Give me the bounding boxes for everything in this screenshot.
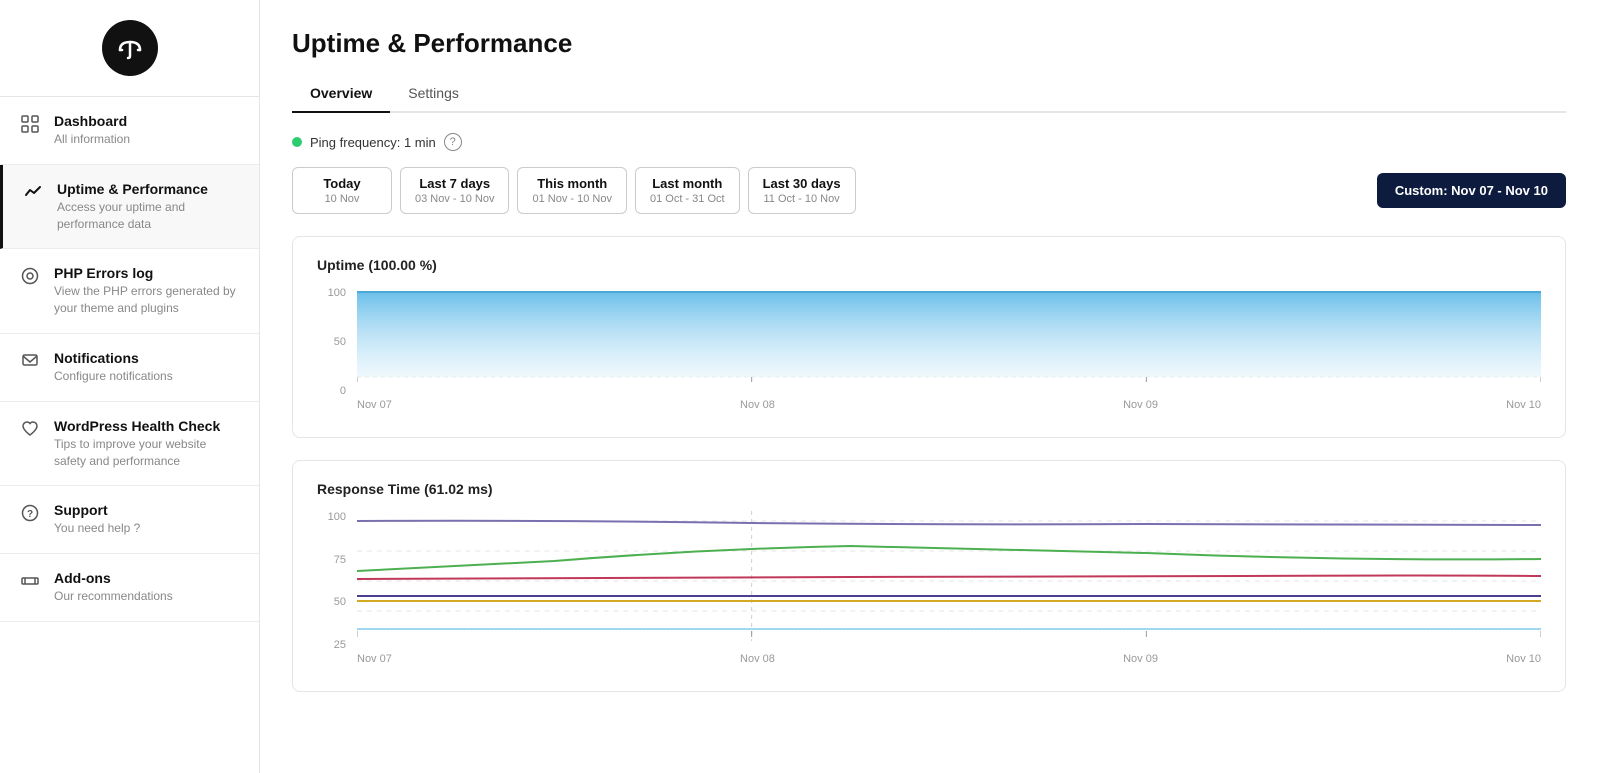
date-btn-lastmonth-label: Last month — [650, 176, 725, 191]
date-btn-today-label: Today — [307, 176, 377, 191]
sidebar-item-addons[interactable]: Add-ons Our recommendations — [0, 554, 259, 622]
main-content: Uptime & Performance Overview Settings P… — [260, 0, 1598, 773]
uptime-chart-plot — [357, 287, 1541, 397]
notifications-label: Notifications — [54, 350, 173, 366]
logo-icon — [102, 20, 158, 76]
response-y-100: 100 — [328, 511, 346, 523]
uptime-x-nov09: Nov 09 — [1123, 399, 1158, 417]
ping-help-icon[interactable]: ? — [444, 133, 462, 151]
sidebar-logo — [0, 0, 259, 97]
response-y-50: 50 — [334, 596, 346, 608]
health-sub: Tips to improve your website safety and … — [54, 436, 239, 470]
date-btn-lastmonth-range: 01 Oct - 31 Oct — [650, 193, 725, 205]
uptime-x-nov07: Nov 07 — [357, 399, 392, 417]
response-chart-plot — [357, 511, 1541, 651]
response-svg — [357, 511, 1541, 651]
response-chart-title: Response Time (61.02 ms) — [317, 481, 1541, 497]
uptime-sub: Access your uptime and performance data — [57, 199, 239, 233]
php-errors-icon — [20, 267, 40, 290]
date-btn-lastmonth[interactable]: Last month 01 Oct - 31 Oct — [635, 167, 740, 214]
response-chart-section: Response Time (61.02 ms) 100 75 50 25 — [292, 460, 1566, 692]
ping-label: Ping frequency: 1 min — [310, 135, 436, 150]
dashboard-label: Dashboard — [54, 113, 130, 129]
health-label: WordPress Health Check — [54, 418, 239, 434]
addons-label: Add-ons — [54, 570, 173, 586]
date-btn-thismonth-range: 01 Nov - 10 Nov — [532, 193, 611, 205]
uptime-x-nov08: Nov 08 — [740, 399, 775, 417]
uptime-label: Uptime & Performance — [57, 181, 239, 197]
support-label: Support — [54, 502, 140, 518]
sidebar-item-php-errors[interactable]: PHP Errors log View the PHP errors gener… — [0, 249, 259, 334]
tab-settings[interactable]: Settings — [390, 75, 477, 113]
date-btn-last30-label: Last 30 days — [763, 176, 841, 191]
addons-sub: Our recommendations — [54, 588, 173, 605]
date-btn-last7-label: Last 7 days — [415, 176, 494, 191]
notifications-sub: Configure notifications — [54, 368, 173, 385]
php-errors-label: PHP Errors log — [54, 265, 239, 281]
health-icon — [20, 420, 40, 443]
dashboard-sub: All information — [54, 131, 130, 148]
uptime-icon — [23, 183, 43, 206]
notifications-icon — [20, 352, 40, 375]
response-y-75: 75 — [334, 554, 346, 566]
response-y-25: 25 — [334, 639, 346, 651]
date-btn-last30-range: 11 Oct - 10 Nov — [763, 193, 841, 205]
uptime-chart-section: Uptime (100.00 %) 100 50 0 — [292, 236, 1566, 438]
date-filter-bar: Today 10 Nov Last 7 days 03 Nov - 10 Nov… — [292, 167, 1566, 214]
sidebar-item-notifications[interactable]: Notifications Configure notifications — [0, 334, 259, 402]
tab-bar: Overview Settings — [292, 75, 1566, 113]
response-y-labels: 100 75 50 25 — [317, 511, 352, 651]
sidebar-item-dashboard[interactable]: Dashboard All information — [0, 97, 259, 165]
custom-date-button[interactable]: Custom: Nov 07 - Nov 10 — [1377, 173, 1566, 208]
page-title: Uptime & Performance — [292, 28, 1566, 59]
support-sub: You need help ? — [54, 520, 140, 537]
date-btn-last7-range: 03 Nov - 10 Nov — [415, 193, 494, 205]
date-btn-thismonth-label: This month — [532, 176, 611, 191]
response-x-labels: Nov 07 Nov 08 Nov 09 Nov 10 — [357, 653, 1541, 671]
response-x-nov10: Nov 10 — [1506, 653, 1541, 671]
tab-overview[interactable]: Overview — [292, 75, 390, 113]
response-x-nov08: Nov 08 — [740, 653, 775, 671]
sidebar-item-support[interactable]: ? Support You need help ? — [0, 486, 259, 554]
date-btn-last7[interactable]: Last 7 days 03 Nov - 10 Nov — [400, 167, 509, 214]
date-btn-thismonth[interactable]: This month 01 Nov - 10 Nov — [517, 167, 626, 214]
date-btn-today[interactable]: Today 10 Nov — [292, 167, 392, 214]
response-x-nov09: Nov 09 — [1123, 653, 1158, 671]
sidebar-item-health[interactable]: WordPress Health Check Tips to improve y… — [0, 402, 259, 487]
ping-row: Ping frequency: 1 min ? — [292, 133, 1566, 151]
uptime-x-nov10: Nov 10 — [1506, 399, 1541, 417]
uptime-y-100: 100 — [328, 287, 346, 299]
uptime-chart-title: Uptime (100.00 %) — [317, 257, 1541, 273]
uptime-svg — [357, 287, 1541, 397]
date-btn-last30[interactable]: Last 30 days 11 Oct - 10 Nov — [748, 167, 856, 214]
uptime-x-labels: Nov 07 Nov 08 Nov 09 Nov 10 — [357, 399, 1541, 417]
svg-text:?: ? — [27, 509, 33, 520]
uptime-chart-area: 100 50 0 — [317, 287, 1541, 417]
sidebar-item-uptime[interactable]: Uptime & Performance Access your uptime … — [0, 165, 259, 250]
ping-status-dot — [292, 137, 302, 147]
response-chart-area: 100 75 50 25 — [317, 511, 1541, 671]
support-icon: ? — [20, 504, 40, 527]
php-errors-sub: View the PHP errors generated by your th… — [54, 283, 239, 317]
sidebar: Dashboard All information Uptime & Perfo… — [0, 0, 260, 773]
addons-icon — [20, 572, 40, 595]
date-btn-today-range: 10 Nov — [307, 193, 377, 205]
response-x-nov07: Nov 07 — [357, 653, 392, 671]
uptime-y-labels: 100 50 0 — [317, 287, 352, 397]
dashboard-icon — [20, 115, 40, 138]
uptime-y-50: 50 — [334, 336, 346, 348]
uptime-y-0: 0 — [340, 385, 346, 397]
